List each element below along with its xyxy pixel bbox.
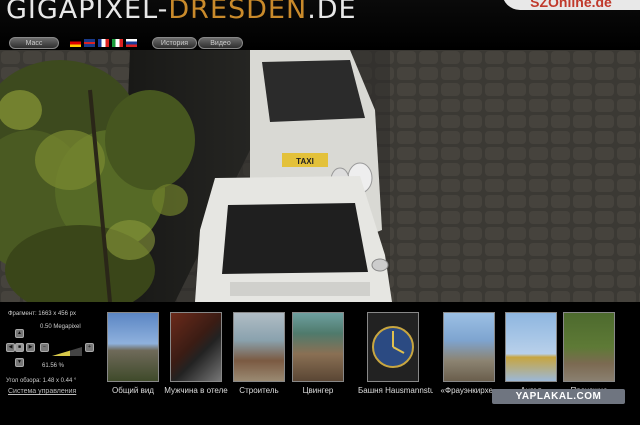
flag-gb-icon[interactable] bbox=[84, 39, 95, 47]
tab-mass[interactable]: Масс bbox=[9, 37, 59, 49]
thumbnail-angel[interactable] bbox=[505, 312, 557, 382]
zoom-out-button[interactable]: − bbox=[40, 343, 49, 352]
panorama-viewer[interactable]: TAXI bbox=[0, 50, 640, 302]
flag-it-icon[interactable] bbox=[112, 39, 123, 47]
logo-tld: .DE bbox=[307, 0, 357, 25]
svg-text:TAXI: TAXI bbox=[296, 157, 314, 166]
thumbnail-frauenkirche[interactable] bbox=[443, 312, 495, 382]
center-view-button[interactable]: ■ bbox=[15, 343, 24, 352]
bottom-panel: Фрагмент: 1663 x 456 px 0.50 Megapixel ▲… bbox=[0, 303, 640, 425]
pan-up-button[interactable]: ▲ bbox=[15, 329, 24, 338]
sz-online-logo[interactable]: SZOnline.de bbox=[502, 0, 640, 10]
pan-left-button[interactable]: ◀ bbox=[6, 343, 15, 352]
thumbnail-hotel-man[interactable] bbox=[170, 312, 222, 382]
thumbnail-overview[interactable] bbox=[107, 312, 159, 382]
logo-accent: DRESDEN bbox=[168, 0, 308, 25]
thumbnail-builder[interactable] bbox=[233, 312, 285, 382]
zoom-percent: 61.56 % bbox=[42, 363, 65, 369]
language-flags bbox=[70, 39, 137, 47]
thumbnail-label: Башня Hausmannsturm bbox=[358, 386, 433, 395]
system-controls-link[interactable]: Система управления bbox=[8, 388, 76, 395]
field-of-view-info: Угол обзора: 1.48 x 0.44 ° bbox=[6, 378, 77, 384]
thumbnail-label: Общий вид bbox=[112, 386, 154, 395]
site-logo[interactable]: GIGAPIXEL-DRESDEN.DE bbox=[6, 0, 357, 25]
fragment-info: Фрагмент: 1663 x 456 px bbox=[8, 311, 76, 317]
thumbnail-label: Мужчина в отеле bbox=[164, 386, 228, 395]
zoom-in-button[interactable]: + bbox=[85, 343, 94, 352]
thumbnail-passersby[interactable] bbox=[563, 312, 615, 382]
logo-main: GIGAPIXEL- bbox=[6, 0, 169, 25]
flag-fr-icon[interactable] bbox=[98, 39, 109, 47]
tab-history[interactable]: История bbox=[152, 37, 197, 49]
flag-ru-icon[interactable] bbox=[126, 39, 137, 47]
tab-video[interactable]: Видео bbox=[198, 37, 243, 49]
pan-down-button[interactable]: ▼ bbox=[15, 358, 24, 367]
header: GIGAPIXEL-DRESDEN.DE SZOnline.de Масс Ис… bbox=[0, 0, 640, 50]
zoom-level-indicator[interactable] bbox=[52, 343, 82, 356]
thumbnail-hausmannsturm[interactable] bbox=[367, 312, 419, 382]
clock-icon bbox=[372, 326, 414, 368]
yaplakal-watermark: YAPLAKAL.COM bbox=[492, 389, 625, 404]
pan-right-button[interactable]: ▶ bbox=[26, 343, 35, 352]
panorama-image: TAXI bbox=[0, 50, 640, 302]
megapixel-info: 0.50 Megapixel bbox=[40, 324, 81, 330]
thumbnail-label: Цвингер bbox=[302, 386, 334, 395]
flag-de-icon[interactable] bbox=[70, 39, 81, 47]
thumbnail-zwinger[interactable] bbox=[292, 312, 344, 382]
